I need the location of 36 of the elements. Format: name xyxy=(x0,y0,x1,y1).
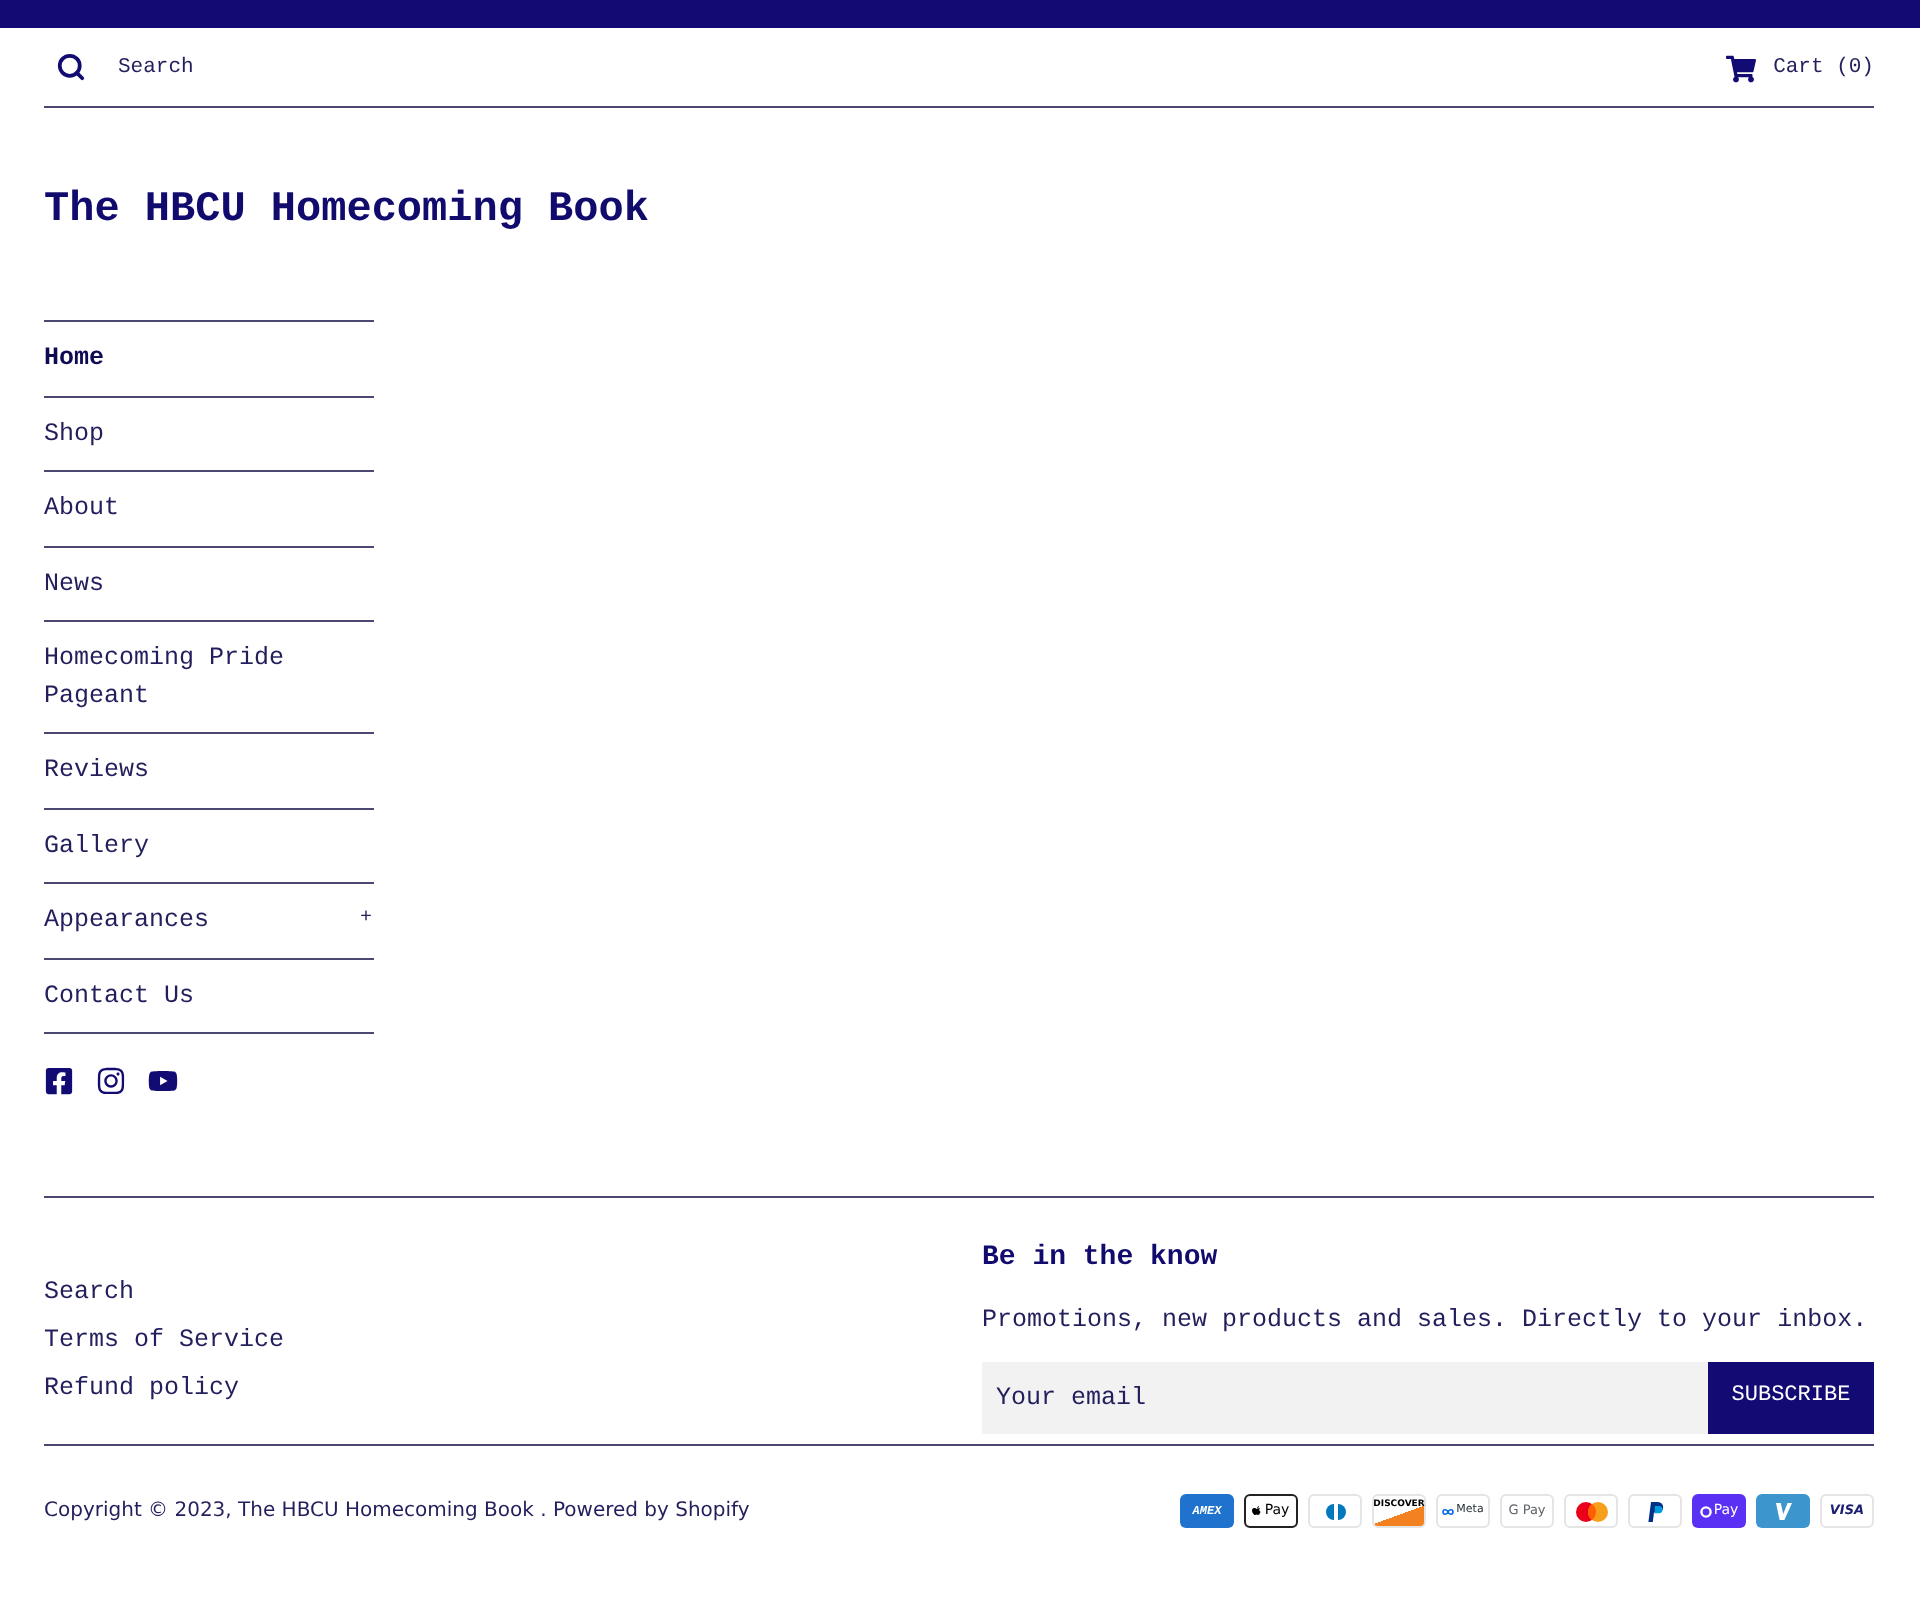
store-link[interactable]: The HBCU Homecoming Book xyxy=(238,1500,534,1522)
instagram-icon[interactable] xyxy=(96,1065,126,1095)
search-button[interactable] xyxy=(52,49,88,85)
nav-link[interactable]: About xyxy=(44,490,120,527)
mastercard-icon xyxy=(1564,1494,1618,1528)
newsletter-heading: Be in the know xyxy=(982,1240,1218,1278)
infinity-icon xyxy=(1442,1507,1455,1515)
site-title[interactable]: The HBCU Homecoming Book xyxy=(44,184,649,240)
paypal-icon xyxy=(1628,1494,1682,1528)
footer-link[interactable]: Terms of Service xyxy=(44,1326,285,1354)
search-field[interactable]: Search xyxy=(118,47,518,87)
subscribe-button[interactable]: SUBSCRIBE xyxy=(1708,1361,1874,1434)
footer-link[interactable]: Search xyxy=(44,1278,135,1306)
newsletter-text: Promotions, new products and sales. Directly to your inbox. xyxy=(982,1304,1868,1338)
nav-link[interactable]: Reviews xyxy=(44,752,150,789)
expand-toggle[interactable]: + xyxy=(357,902,374,939)
copyright-text: Copyright © 2023, The HBCU Homecoming Book . Powered by Shopify xyxy=(44,1498,750,1526)
nav-link[interactable]: Gallery xyxy=(44,827,150,864)
cart-icon xyxy=(1725,54,1756,84)
powered-by-link[interactable]: Powered by Shopify xyxy=(552,1500,750,1522)
cart-link[interactable]: Cart (0) xyxy=(1725,54,1874,84)
apple-icon xyxy=(1252,1505,1263,1517)
nav-link[interactable]: Shop xyxy=(44,415,105,452)
nav-link[interactable]: Homecoming Pride Pageant xyxy=(44,640,304,714)
nav-link[interactable]: News xyxy=(44,565,105,602)
search-icon xyxy=(55,52,85,82)
diners-club-icon xyxy=(1308,1494,1362,1528)
ring-icon xyxy=(1699,1505,1712,1517)
facebook-icon[interactable] xyxy=(44,1065,74,1095)
youtube-icon[interactable] xyxy=(148,1065,178,1095)
nav-link[interactable]: Home xyxy=(44,340,105,377)
email-field[interactable]: Your email xyxy=(982,1361,1708,1434)
nav-link[interactable]: Appearances xyxy=(44,902,210,939)
footer-link[interactable]: Refund policy xyxy=(44,1374,240,1402)
nav-link[interactable]: Contact Us xyxy=(44,977,195,1014)
venmo-icon xyxy=(1756,1494,1810,1528)
